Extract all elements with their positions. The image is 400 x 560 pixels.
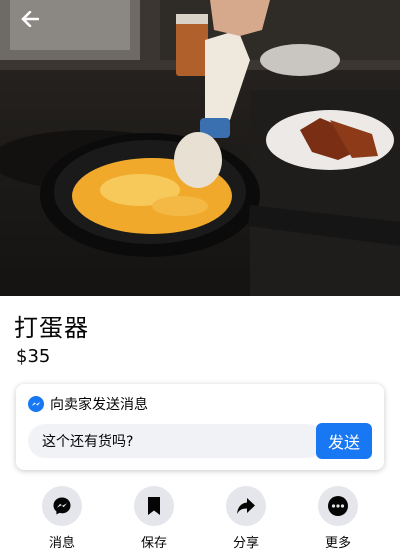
message-seller-card: 向卖家发送消息 发送 — [16, 384, 384, 470]
message-action-circle — [42, 486, 82, 526]
listing-title: 打蛋器 — [14, 314, 89, 342]
listing-title-row: 打蛋器 — [14, 308, 386, 342]
product-photo — [0, 0, 400, 296]
message-card-header: 向卖家发送消息 — [28, 394, 148, 414]
listing-price: $35 — [16, 346, 51, 367]
action-bar: 消息 保存 分享 更多 — [0, 486, 400, 556]
message-action-button[interactable]: 消息 — [30, 486, 94, 556]
back-button[interactable] — [12, 4, 48, 34]
more-action-label: 更多 — [324, 536, 351, 551]
share-action-label: 分享 — [232, 536, 259, 551]
message-input[interactable] — [28, 424, 324, 458]
more-icon — [328, 496, 348, 516]
messenger-icon — [28, 396, 44, 412]
save-action-label: 保存 — [140, 536, 167, 551]
send-button[interactable]: 发送 — [316, 423, 372, 459]
more-action-button[interactable]: 更多 — [306, 486, 370, 556]
back-arrow-icon — [21, 11, 39, 27]
share-action-button[interactable]: 分享 — [214, 486, 278, 556]
bookmark-icon — [148, 497, 160, 515]
share-action-circle — [226, 486, 266, 526]
more-action-circle — [318, 486, 358, 526]
save-action-button[interactable]: 保存 — [122, 486, 186, 556]
message-action-label: 消息 — [48, 536, 75, 551]
messenger-icon — [53, 497, 71, 515]
share-icon — [237, 498, 255, 514]
save-action-circle — [134, 486, 174, 526]
message-card-header-label: 向卖家发送消息 — [50, 397, 148, 413]
